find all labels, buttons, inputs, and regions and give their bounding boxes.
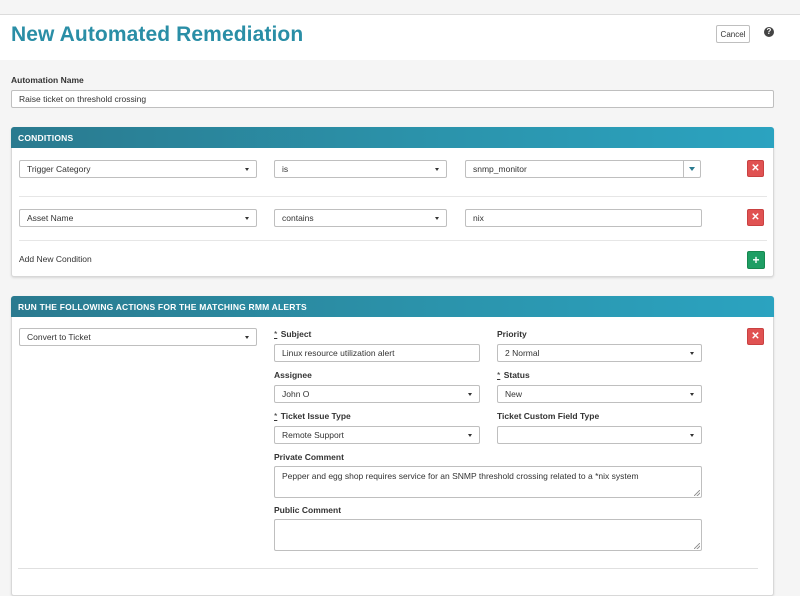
ticket-custom-field-type-label: Ticket Custom Field Type: [497, 411, 600, 421]
required-mark: *: [274, 411, 278, 421]
automation-name-input[interactable]: Raise ticket on threshold crossing: [11, 90, 774, 108]
condition-2-value-input[interactable]: nix: [465, 209, 702, 227]
conditions-header: CONDITIONS: [11, 127, 774, 148]
condition-2-value: nix: [473, 213, 484, 223]
ticket-issue-type-label-text: Ticket Issue Type: [280, 411, 351, 421]
remove-condition-2-button[interactable]: ✕: [747, 209, 764, 226]
public-comment-textarea[interactable]: [274, 519, 702, 551]
assignee-value: John O: [282, 389, 310, 399]
help-icon[interactable]: ?: [764, 27, 774, 37]
remove-action-button[interactable]: ✕: [747, 328, 764, 345]
cancel-button[interactable]: Cancel: [716, 25, 750, 43]
chevron-down-icon: [468, 433, 472, 437]
automation-name-label: Automation Name: [11, 75, 84, 85]
chevron-down-icon: [690, 433, 694, 437]
actions-header: RUN THE FOLLOWING ACTIONS FOR THE MATCHI…: [11, 296, 774, 317]
ticket-issue-type-value: Remote Support: [282, 430, 344, 440]
subject-value: Linux resource utilization alert: [282, 348, 395, 358]
assignee-select[interactable]: John O: [274, 385, 480, 403]
condition-divider: [19, 240, 767, 241]
close-icon: ✕: [751, 211, 760, 223]
page-title: New Automated Remediation: [11, 23, 304, 46]
condition-1-value-combobox[interactable]: snmp_monitor: [465, 160, 684, 178]
subject-label: * Subject: [274, 329, 311, 339]
condition-1-value: snmp_monitor: [473, 164, 527, 174]
status-select[interactable]: New: [497, 385, 702, 403]
condition-1-operator-value: is: [282, 164, 289, 174]
assignee-label: Assignee: [274, 370, 312, 380]
subject-input[interactable]: Linux resource utilization alert: [274, 344, 480, 362]
priority-label: Priority: [497, 329, 527, 339]
plus-icon: +: [752, 253, 760, 267]
add-condition-label: Add New Condition: [19, 254, 92, 264]
condition-1-operator-select[interactable]: is: [274, 160, 447, 178]
condition-2-operator-value: contains: [282, 213, 314, 223]
subject-label-text: Subject: [280, 329, 312, 339]
action-type-select[interactable]: Convert to Ticket: [19, 328, 257, 346]
resize-handle[interactable]: [694, 490, 700, 496]
automation-name-value: Raise ticket on threshold crossing: [19, 94, 147, 104]
conditions-panel: CONDITIONS Trigger Category is snmp_moni…: [11, 127, 774, 277]
chevron-down-icon: [245, 167, 249, 171]
chevron-down-icon: [690, 351, 694, 355]
chevron-down-icon: [245, 335, 249, 339]
ticket-issue-type-select[interactable]: Remote Support: [274, 426, 480, 444]
required-mark: *: [274, 329, 278, 339]
condition-1-field-value: Trigger Category: [27, 164, 91, 174]
remove-condition-1-button[interactable]: ✕: [747, 160, 764, 177]
close-icon: ✕: [751, 162, 760, 174]
status-label-text: Status: [503, 370, 530, 380]
chevron-down-icon: [690, 392, 694, 396]
condition-1-field-select[interactable]: Trigger Category: [19, 160, 257, 178]
status-value: New: [505, 389, 523, 399]
public-comment-label: Public Comment: [274, 505, 342, 515]
bottom-divider: [18, 568, 758, 569]
close-icon: ✕: [751, 330, 760, 342]
ticket-custom-field-type-select[interactable]: [497, 426, 702, 444]
required-mark: *: [497, 370, 501, 380]
chevron-down-icon: [435, 167, 439, 171]
add-condition-button[interactable]: +: [747, 251, 765, 269]
condition-divider: [19, 196, 767, 197]
actions-panel: RUN THE FOLLOWING ACTIONS FOR THE MATCHI…: [11, 296, 774, 596]
private-comment-label: Private Comment: [274, 452, 344, 462]
condition-2-operator-select[interactable]: contains: [274, 209, 447, 227]
resize-handle[interactable]: [694, 543, 700, 549]
chevron-down-icon: [245, 216, 249, 220]
chevron-down-icon: [468, 392, 472, 396]
private-comment-value: Pepper and egg shop requires service for…: [282, 471, 639, 481]
page-header: New Automated Remediation Cancel ?: [0, 15, 800, 60]
chevron-down-icon: [689, 167, 695, 171]
priority-value: 2 Normal: [505, 348, 540, 358]
status-label: * Status: [497, 370, 530, 380]
condition-1-dropdown-toggle[interactable]: [683, 160, 701, 178]
chevron-down-icon: [435, 216, 439, 220]
action-type-value: Convert to Ticket: [27, 332, 91, 342]
priority-select[interactable]: 2 Normal: [497, 344, 702, 362]
condition-2-field-select[interactable]: Asset Name: [19, 209, 257, 227]
ticket-issue-type-label: * Ticket Issue Type: [274, 411, 351, 421]
private-comment-textarea[interactable]: Pepper and egg shop requires service for…: [274, 466, 702, 498]
condition-2-field-value: Asset Name: [27, 213, 74, 223]
